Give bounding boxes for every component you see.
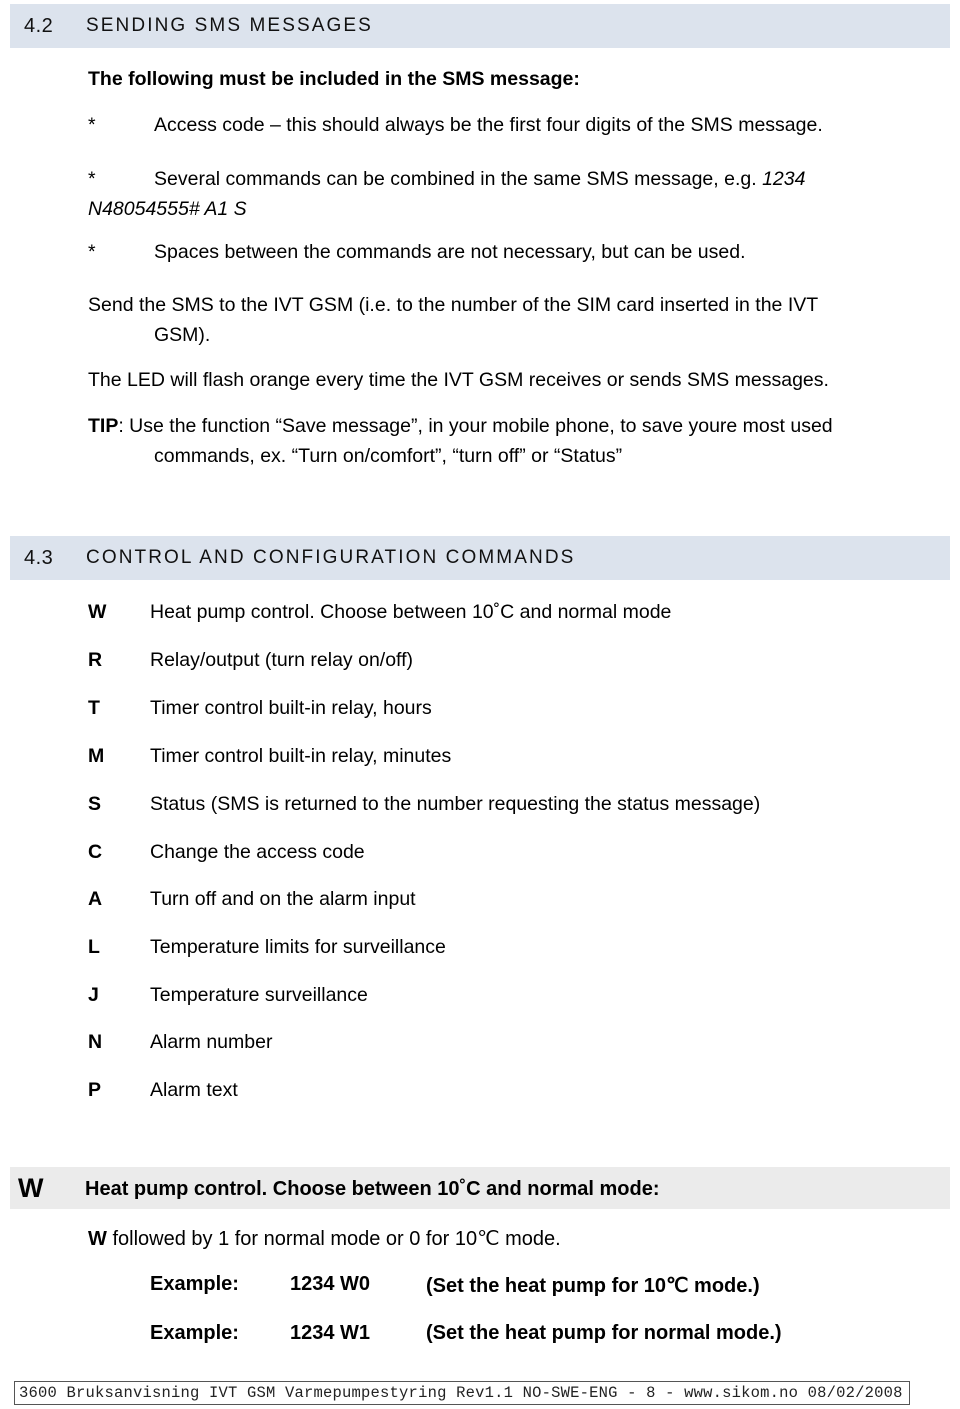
command-key: P	[88, 1079, 102, 1101]
command-key: A	[88, 888, 103, 910]
bullet-marker: *	[88, 114, 96, 136]
bullet-text-plain: Several commands can be combined in the …	[154, 168, 763, 190]
command-key: T	[88, 697, 100, 719]
section-title: SENDING SMS MESSAGES	[86, 15, 373, 36]
command-description: Change the access code	[150, 841, 365, 863]
bullet-item: * Several commands can be combined in th…	[88, 164, 918, 224]
command-description: Timer control built-in relay, hours	[150, 697, 432, 719]
section-heading-4-3: 4.3 CONTROL AND CONFIGURATION COMMANDS	[10, 536, 950, 580]
command-key: N	[88, 1031, 103, 1053]
bullet-text: Access code – this should always be the …	[154, 114, 823, 136]
example-note: (Set the heat pump for 10℃ mode.)	[426, 1275, 760, 1297]
bullet-text: Spaces between the commands are not nece…	[154, 241, 746, 263]
command-key: W	[88, 601, 107, 623]
section-number: 4.2	[24, 14, 54, 37]
bullet-item: * Spaces between the commands are not ne…	[88, 237, 918, 267]
command-key: C	[88, 841, 103, 863]
command-row-l: L Temperature limits for surveillance	[88, 936, 918, 964]
command-row-p: P Alarm text	[88, 1079, 918, 1107]
paragraph-send-sms: Send the SMS to the IVT GSM (i.e. to the…	[88, 290, 918, 350]
w-command-description: W followed by 1 for normal mode or 0 for…	[88, 1224, 928, 1254]
command-row-m: M Timer control built-in relay, minutes	[88, 745, 918, 773]
command-description: Relay/output (turn relay on/off)	[150, 649, 414, 671]
command-description: Alarm number	[150, 1031, 273, 1053]
example-code: 1234 W0	[290, 1273, 371, 1295]
command-description: Status (SMS is returned to the number re…	[150, 793, 761, 815]
command-description: Timer control built-in relay, minutes	[150, 745, 452, 767]
command-key: S	[88, 793, 102, 815]
command-row-w: W Heat pump control. Choose between 10˚C…	[88, 601, 918, 629]
command-row-t: T Timer control built-in relay, hours	[88, 697, 918, 725]
example-code: 1234 W1	[290, 1322, 371, 1344]
command-key: L	[88, 936, 100, 958]
paragraph-line: Send the SMS to the IVT GSM (i.e. to the…	[88, 294, 819, 316]
bullet-continuation: N48054555# A1 S	[88, 198, 247, 220]
command-row-c: C Change the access code	[88, 841, 918, 869]
command-description: Turn off and on the alarm input	[150, 888, 416, 910]
bullet-text-italic: 1234	[762, 168, 806, 190]
command-row-r: R Relay/output (turn relay on/off)	[88, 649, 918, 677]
page-footer: 3600 Bruksanvisning IVT GSM Varmepumpest…	[14, 1381, 910, 1405]
command-row-a: A Turn off and on the alarm input	[88, 888, 918, 916]
tip-line-1: : Use the function “Save message”, in yo…	[118, 415, 833, 437]
command-key: R	[88, 649, 103, 671]
command-key: J	[88, 984, 99, 1006]
command-row-s: S Status (SMS is returned to the number …	[88, 793, 918, 821]
command-description: Heat pump control. Choose between 10˚C a…	[150, 601, 672, 623]
command-row-j: J Temperature surveillance	[88, 984, 918, 1012]
tip-line-2: commands, ex. “Turn on/comfort”, “turn o…	[154, 445, 623, 467]
paragraph-led: The LED will flash orange every time the…	[88, 369, 829, 391]
paragraph-tip: TIP: Use the function “Save message”, in…	[88, 411, 928, 471]
tip-first-line: TIP: Use the function “Save message”, in…	[88, 411, 928, 441]
section-title: CONTROL AND CONFIGURATION COMMANDS	[86, 547, 576, 568]
section-number: 4.3	[24, 546, 54, 569]
w-description-rest: followed by 1 for normal mode or 0 for 1…	[106, 1228, 561, 1250]
example-label: Example:	[150, 1273, 239, 1295]
bullet-item: * Access code – this should always be th…	[88, 110, 918, 140]
example-note: (Set the heat pump for normal mode.)	[426, 1322, 782, 1344]
w-command-detail-band: W Heat pump control. Choose between 10˚C…	[10, 1167, 950, 1209]
footer-text: 3600 Bruksanvisning IVT GSM Varmepumpest…	[19, 1384, 903, 1402]
document-page: 4.2 SENDING SMS MESSAGES The following m…	[0, 0, 960, 1409]
bullet-marker: *	[88, 168, 96, 190]
command-row-n: N Alarm number	[88, 1031, 918, 1059]
example-label: Example:	[150, 1322, 239, 1344]
command-key: M	[88, 745, 105, 767]
command-description: Temperature limits for surveillance	[150, 936, 446, 958]
intro-lead-text: The following must be included in the SM…	[88, 68, 580, 90]
paragraph-line: GSM).	[154, 324, 211, 346]
command-description: Temperature surveillance	[150, 984, 368, 1006]
tip-label: TIP	[88, 415, 119, 437]
bullet-text-wrapper: Several commands can be combined in the …	[88, 164, 918, 194]
section-heading-4-2: 4.2 SENDING SMS MESSAGES	[10, 4, 950, 48]
w-description-key: W	[88, 1228, 107, 1250]
w-command-key: W	[18, 1173, 44, 1203]
command-description: Alarm text	[150, 1079, 238, 1101]
w-command-heading: Heat pump control. Choose between 10˚C a…	[85, 1178, 660, 1200]
bullet-marker: *	[88, 241, 96, 263]
